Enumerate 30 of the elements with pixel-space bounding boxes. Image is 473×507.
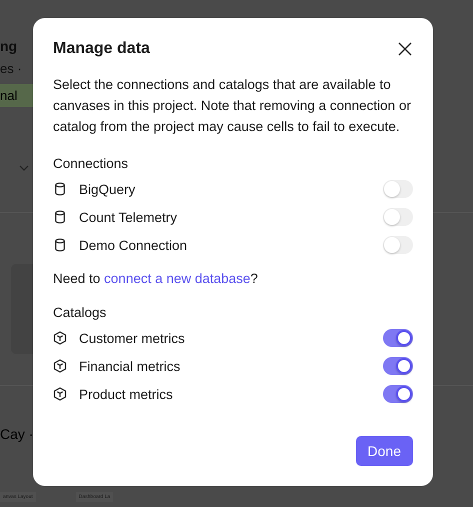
item-label: BigQuery bbox=[79, 182, 136, 196]
item-label: Customer metrics bbox=[79, 330, 186, 346]
toggle-switch[interactable] bbox=[383, 180, 413, 198]
toggle-switch[interactable] bbox=[383, 208, 413, 226]
close-icon bbox=[397, 41, 413, 57]
toggle-switch[interactable] bbox=[383, 385, 413, 403]
done-button[interactable]: Done bbox=[356, 436, 413, 466]
close-button[interactable] bbox=[397, 41, 413, 57]
byline: Cay · bbox=[0, 426, 34, 442]
canvas-title: ng bbox=[0, 38, 18, 54]
database-icon bbox=[53, 238, 67, 252]
chevron-down-icon bbox=[19, 165, 29, 171]
item-label: Count Telemetry bbox=[79, 210, 178, 224]
help-text: Need to connect a new database? bbox=[53, 271, 259, 286]
cube-icon bbox=[53, 359, 67, 373]
canvas-subtitle: es · bbox=[0, 61, 22, 76]
item-label: Product metrics bbox=[79, 386, 174, 402]
toggle-switch[interactable] bbox=[383, 329, 413, 347]
item-label: Demo Connection bbox=[79, 238, 188, 252]
dialog-title: Manage data bbox=[53, 40, 150, 58]
database-icon bbox=[53, 210, 67, 224]
section-heading: Catalogs bbox=[53, 305, 108, 320]
cube-icon bbox=[53, 387, 67, 401]
section-heading: Connections bbox=[53, 156, 130, 171]
toggle-switch[interactable] bbox=[383, 357, 413, 375]
cube-icon bbox=[53, 331, 67, 345]
database-icon bbox=[53, 182, 67, 196]
item-label: Financial metrics bbox=[79, 358, 182, 374]
connect-database-link[interactable]: connect a new database bbox=[104, 271, 250, 286]
toggle-switch[interactable] bbox=[383, 236, 413, 254]
